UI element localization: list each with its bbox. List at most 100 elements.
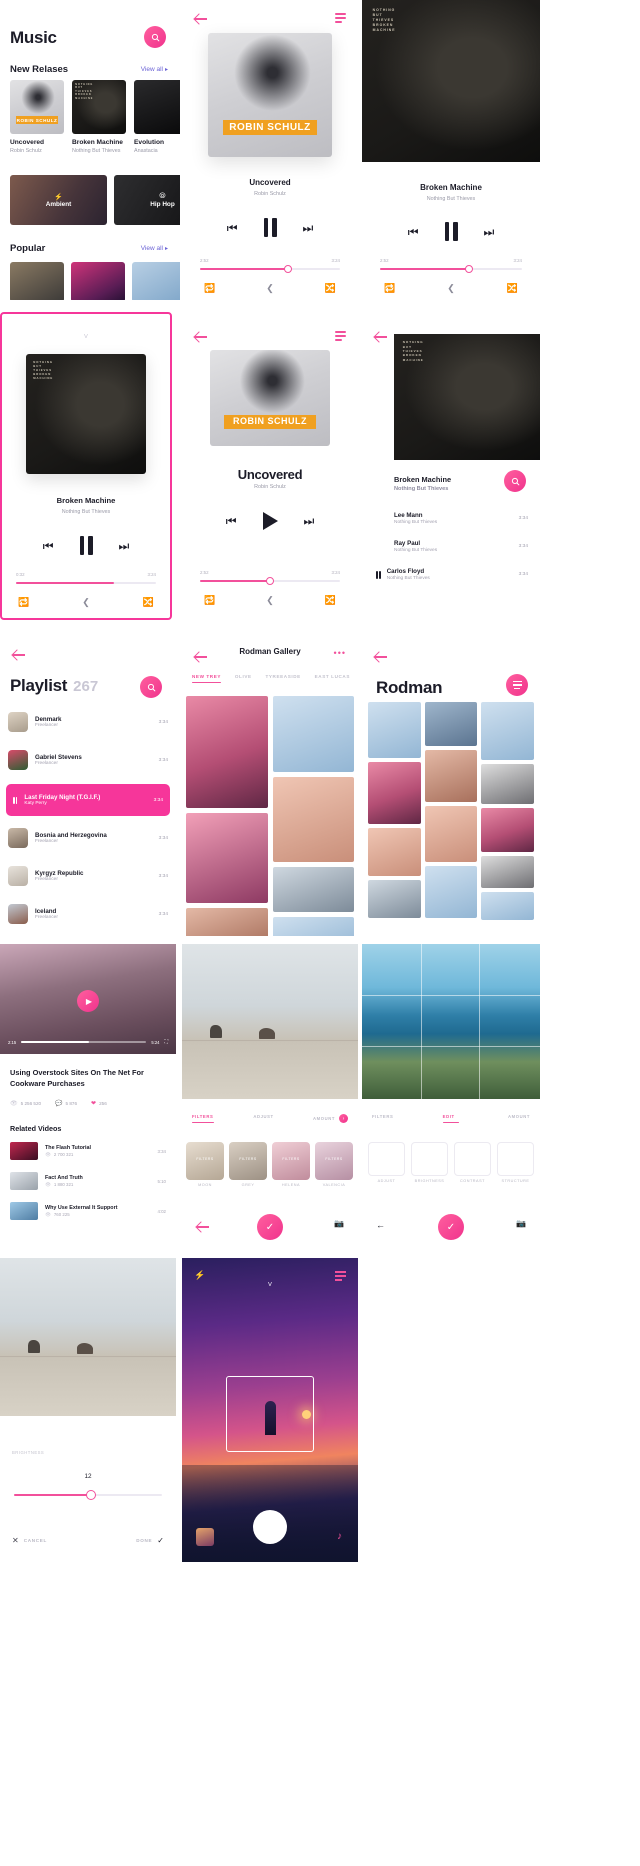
photo-preview[interactable]: [182, 944, 358, 1099]
chevron-down-icon[interactable]: ˅: [182, 1280, 358, 1289]
brightness-slider[interactable]: [14, 1494, 162, 1496]
back-button[interactable]: [194, 330, 208, 344]
forward-button[interactable]: ⏭: [484, 226, 495, 238]
camera-icon[interactable]: 📷: [334, 1219, 344, 1228]
track-row[interactable]: Lee Mann Nothing But Thieves 3:34: [394, 512, 528, 525]
album-art[interactable]: NOTHINGBUTTHIEVESBROKENMACHINE: [394, 334, 540, 460]
chevron-down-icon[interactable]: ˅: [2, 332, 170, 341]
gallery-photo[interactable]: [425, 866, 478, 918]
repeat-button[interactable]: 🔁: [18, 597, 29, 608]
adjust-tool[interactable]: CONTRAST: [454, 1142, 491, 1183]
video-progress-track[interactable]: [21, 1041, 146, 1043]
share-button[interactable]: ❮: [82, 597, 90, 608]
list-item-active[interactable]: Last Friday Night (T.G.I.F.) Katy Perry …: [6, 784, 170, 816]
forward-button[interactable]: ⏭: [303, 222, 314, 234]
tab-edit[interactable]: EDIT: [443, 1114, 459, 1123]
progress-knob[interactable]: [266, 577, 274, 585]
album-card[interactable]: NOTHINGBUTTHIEVESBROKENMACHINE Broken Ma…: [72, 80, 126, 154]
gallery-photo[interactable]: [481, 808, 534, 852]
shutter-button[interactable]: [253, 1510, 287, 1544]
album-art[interactable]: ROBIN SCHULZ: [208, 33, 332, 157]
rewind-button[interactable]: ⏮: [408, 226, 419, 238]
gallery-photo[interactable]: [368, 762, 421, 824]
back-button[interactable]: [194, 12, 208, 26]
repeat-button[interactable]: 🔁: [384, 283, 395, 294]
tab-filters[interactable]: FILTERS: [192, 1114, 214, 1123]
tab-olive[interactable]: OLIVE: [235, 674, 252, 679]
slider-knob[interactable]: [86, 1490, 96, 1500]
popular-card[interactable]: [71, 262, 125, 300]
popular-card[interactable]: [10, 262, 64, 300]
tab-tyreeaside[interactable]: TYREEASIDE: [265, 674, 300, 679]
confirm-button[interactable]: ✓: [257, 1214, 283, 1240]
gallery-photo[interactable]: [425, 750, 478, 802]
tab-adjust[interactable]: ADJUST: [253, 1114, 273, 1119]
list-item[interactable]: Kyrgyz Republic Freelancer 3:34: [8, 866, 168, 886]
cancel-button[interactable]: ✕ CANCEL: [12, 1536, 47, 1545]
progress-knob[interactable]: [465, 265, 473, 273]
gallery-photo[interactable]: [273, 917, 355, 936]
progress-bar[interactable]: [200, 268, 340, 270]
album-card[interactable]: ROBIN SCHULZ Uncovered Robin Schulz: [10, 80, 64, 154]
gallery-thumbnail[interactable]: [196, 1528, 214, 1546]
popular-card[interactable]: [132, 262, 180, 300]
gallery-photo[interactable]: [425, 702, 478, 746]
related-video-row[interactable]: The Flash Tutorial 👁 2 700 321 3:34: [10, 1142, 166, 1160]
queue-menu-button[interactable]: [335, 331, 346, 343]
sliders-icon[interactable]: [335, 1271, 346, 1281]
play-button[interactable]: [263, 512, 278, 530]
fullscreen-icon[interactable]: ⛶: [164, 1039, 168, 1045]
filter-swatch[interactable]: FILTERS MOON: [186, 1142, 224, 1187]
tab-amount[interactable]: AMOUNT: [508, 1114, 530, 1119]
related-video-row[interactable]: Why Use External It Support 👁 760 225 4:…: [10, 1202, 166, 1220]
filter-swatch[interactable]: FILTERS VALENCIA: [315, 1142, 353, 1187]
swap-camera-icon[interactable]: ♪: [337, 1531, 342, 1542]
rewind-button[interactable]: ⏮: [43, 540, 54, 552]
gallery-photo[interactable]: [186, 908, 268, 936]
gallery-photo[interactable]: [481, 702, 534, 760]
search-button[interactable]: [140, 676, 162, 698]
view-all-popular[interactable]: View all ▸: [141, 245, 168, 252]
tab-filters[interactable]: FILTERS: [372, 1114, 393, 1119]
tab-new-trey[interactable]: NEW TREY: [192, 674, 221, 683]
progress-bar[interactable]: [380, 268, 522, 270]
share-button[interactable]: ❮: [266, 283, 274, 294]
filter-swatch[interactable]: FILTERS GREY: [229, 1142, 267, 1187]
gallery-photo[interactable]: [481, 764, 534, 804]
view-all-new-releases[interactable]: View all ▸: [141, 66, 168, 73]
pause-icon[interactable]: [376, 571, 381, 579]
back-button[interactable]: [374, 330, 388, 344]
back-button[interactable]: ←: [376, 1220, 385, 1230]
album-card[interactable]: Evolution Anastacia: [134, 80, 180, 154]
photo-preview[interactable]: [0, 1258, 176, 1416]
gallery-photo[interactable]: [186, 813, 268, 903]
photo-preview[interactable]: [362, 944, 540, 1099]
repeat-button[interactable]: 🔁: [204, 283, 215, 294]
genre-card-hiphop[interactable]: ⦾ Hip Hop: [114, 175, 180, 225]
video-player[interactable]: ▶ 2:15 5:24 ⛶: [0, 944, 176, 1054]
video-scrubber[interactable]: 2:15 5:24 ⛶: [8, 1039, 168, 1045]
pause-icon[interactable]: [13, 797, 17, 804]
gallery-photo[interactable]: [481, 892, 534, 920]
gallery-photo[interactable]: [368, 880, 421, 918]
list-item[interactable]: Iceland Freelancer 3:34: [8, 904, 168, 924]
search-button[interactable]: [504, 470, 526, 492]
forward-button[interactable]: ⏭: [119, 540, 130, 552]
gallery-photo[interactable]: [368, 702, 421, 758]
share-button[interactable]: ❮: [447, 283, 455, 294]
gallery-photo[interactable]: [273, 696, 355, 772]
filter-swatch[interactable]: FILTERS HELENA: [272, 1142, 310, 1187]
album-art[interactable]: NOTHINGBUTTHIEVESBROKENMACHINE: [362, 0, 540, 162]
pause-button[interactable]: [264, 218, 277, 237]
play-button[interactable]: ▶: [77, 990, 99, 1012]
album-art[interactable]: NOTHINGBUTTHIEVESBROKENMACHINE: [26, 354, 146, 474]
progress-bar[interactable]: [200, 580, 340, 582]
adjust-tool[interactable]: BRIGHTNESS: [411, 1142, 448, 1183]
gallery-photo[interactable]: [273, 777, 355, 862]
forward-button[interactable]: ⏭: [304, 515, 315, 527]
gallery-photo[interactable]: [186, 696, 268, 808]
list-item[interactable]: Denmark Freelancer 3:34: [8, 712, 168, 732]
progress-bar[interactable]: [16, 582, 156, 584]
shuffle-button[interactable]: 🔀: [325, 283, 336, 294]
adjust-tool[interactable]: STRUCTURE: [497, 1142, 534, 1183]
